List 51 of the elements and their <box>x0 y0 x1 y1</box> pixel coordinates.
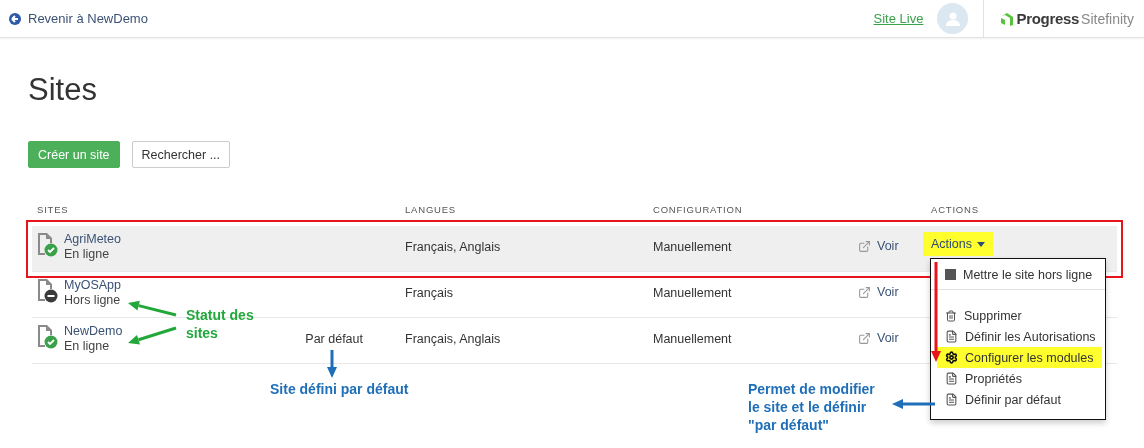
document-icon <box>945 372 958 385</box>
site-status: Hors ligne <box>64 293 121 308</box>
avatar[interactable] <box>937 3 969 34</box>
site-status: En ligne <box>64 339 111 354</box>
menu-item[interactable]: Configurer les modules <box>937 347 1102 368</box>
search-button[interactable]: Rechercher ... <box>131 141 231 168</box>
back-link[interactable]: Revenir à NewDemo <box>9 11 148 26</box>
menu-item[interactable]: Définir les Autorisations <box>937 326 1104 347</box>
column-header: LANGUES <box>405 204 457 215</box>
languages-cell-text: Français <box>405 285 454 300</box>
annotation-arrow <box>128 326 177 345</box>
site-name-link[interactable]: AgriMeteo <box>64 232 121 247</box>
column-header: ACTIONS <box>931 204 980 215</box>
external-link-icon <box>858 331 871 345</box>
document-icon <box>945 393 958 406</box>
annotation-text: Statut des sites <box>186 306 255 342</box>
configuration-cell-text: Manuellement <box>653 285 733 300</box>
logo-mark-icon <box>1000 11 1015 26</box>
column-header: SITES <box>37 204 70 215</box>
external-link-icon <box>858 239 871 253</box>
annotation-arrow <box>892 399 935 409</box>
annotation-arrow <box>327 350 337 378</box>
actions-dropdown[interactable]: Actions <box>923 232 993 256</box>
annotation-arrow <box>128 300 177 317</box>
user-icon <box>945 11 960 26</box>
annotation-text: Permet de modifier le site et le définir "par défaut" <box>748 380 876 434</box>
view-link[interactable]: Voir <box>858 324 931 345</box>
default-label: Par défaut <box>305 331 363 346</box>
trash-icon <box>945 309 957 322</box>
site-name-link[interactable]: NewDemo <box>64 324 123 339</box>
annotation-text: Site défini par défaut <box>270 380 409 398</box>
site-name-link[interactable]: MyOSApp <box>64 278 121 293</box>
back-arrow-icon <box>9 12 21 25</box>
configuration-cell-text: Manuellement <box>653 239 733 254</box>
square-icon <box>945 269 956 280</box>
external-link-icon <box>858 285 871 299</box>
languages-cell-text: Français, Anglais <box>405 239 502 254</box>
languages-cell-text: Français, Anglais <box>405 331 502 346</box>
menu-item[interactable]: Propriétés <box>937 368 1030 389</box>
configuration-cell-text: Manuellement <box>653 331 733 346</box>
document-icon <box>945 330 958 343</box>
view-link[interactable]: Voir <box>858 278 931 299</box>
menu-item[interactable]: Supprimer <box>937 305 1030 326</box>
site-status: En ligne <box>64 247 111 262</box>
page-title: Sites <box>28 72 98 108</box>
settings-icon <box>945 351 958 364</box>
column-header: CONFIGURATION <box>653 204 744 215</box>
logo-product: Sitefinity <box>1081 10 1134 27</box>
caret-icon <box>977 241 985 247</box>
logo-brand: Progress <box>1016 10 1080 27</box>
menu-item[interactable]: Définir par défaut <box>937 389 1069 410</box>
